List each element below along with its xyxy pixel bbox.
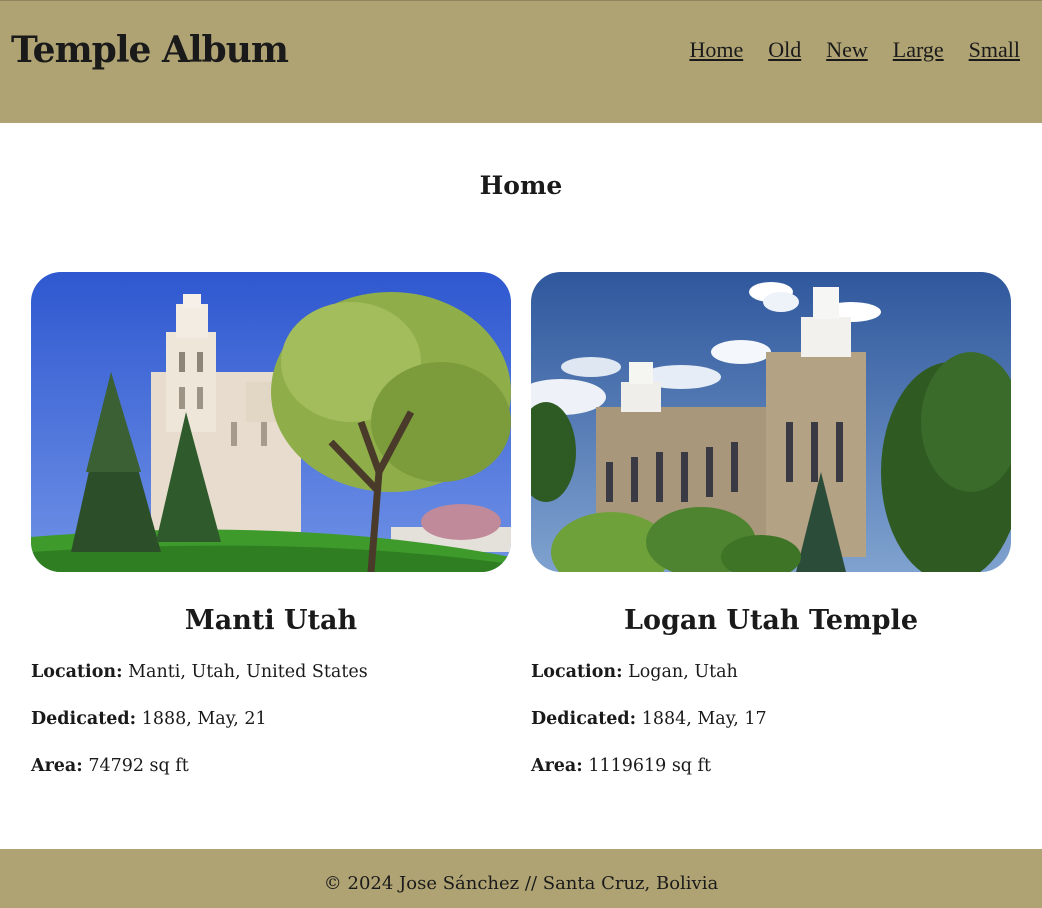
- area-value: 1119619 sq ft: [588, 756, 712, 776]
- temple-card: Logan Utah Temple Location: Logan, Utah …: [531, 272, 1011, 777]
- area-label: Area:: [531, 756, 583, 776]
- nav-link-old[interactable]: Old: [768, 37, 801, 63]
- dedicated-value: 1888, May, 21: [141, 709, 267, 729]
- location-label: Location:: [531, 662, 623, 682]
- temple-area: Area: 74792 sq ft: [31, 755, 511, 777]
- temple-photo-logan: [531, 272, 1011, 572]
- main-nav: Home Old New Large Small: [689, 37, 1020, 63]
- temple-dedicated: Dedicated: 1888, May, 21: [31, 708, 511, 730]
- temple-area: Area: 1119619 sq ft: [531, 755, 1011, 777]
- site-footer: © 2024 Jose Sánchez // Santa Cruz, Boliv…: [0, 849, 1042, 908]
- page-heading: Home: [479, 171, 563, 200]
- area-label: Area:: [31, 756, 83, 776]
- nav-link-new[interactable]: New: [826, 37, 868, 63]
- site-title: Temple Album: [11, 29, 289, 71]
- footer-text: © 2024 Jose Sánchez // Santa Cruz, Boliv…: [323, 873, 719, 894]
- dedicated-label: Dedicated:: [31, 709, 137, 729]
- temple-name: Manti Utah: [184, 605, 358, 636]
- temple-name: Logan Utah Temple: [624, 605, 918, 636]
- temple-location: Location: Manti, Utah, United States: [31, 661, 511, 683]
- site-header: Temple Album Home Old New Large Small: [0, 0, 1042, 123]
- location-value: Logan, Utah: [628, 662, 738, 682]
- nav-link-home[interactable]: Home: [689, 37, 743, 63]
- location-value: Manti, Utah, United States: [128, 662, 368, 682]
- dedicated-label: Dedicated:: [531, 709, 637, 729]
- temple-card: Manti Utah Location: Manti, Utah, United…: [31, 272, 511, 777]
- area-value: 74792 sq ft: [88, 756, 189, 776]
- temple-dedicated: Dedicated: 1884, May, 17: [531, 708, 1011, 730]
- location-label: Location:: [31, 662, 123, 682]
- temple-photo-manti: [31, 272, 511, 572]
- temple-location: Location: Logan, Utah: [531, 661, 1011, 683]
- manti-temple-image: [31, 272, 511, 572]
- nav-link-small[interactable]: Small: [969, 37, 1020, 63]
- nav-link-large[interactable]: Large: [893, 37, 944, 63]
- logan-temple-image: [531, 272, 1011, 572]
- dedicated-value: 1884, May, 17: [641, 709, 767, 729]
